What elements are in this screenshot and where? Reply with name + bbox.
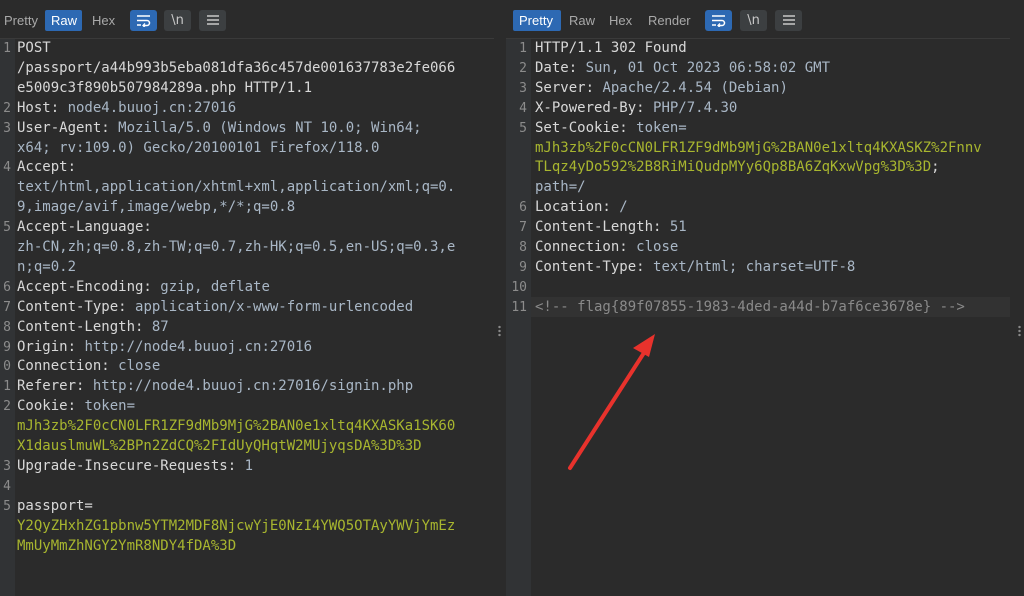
- line-number: 4: [3, 160, 11, 176]
- code-line: x64; rv:109.0) Gecko/20100101 Firefox/11…: [17, 139, 379, 159]
- line-number: 3: [3, 458, 11, 474]
- menu-icon: [206, 15, 219, 25]
- code-line: Host: node4.buuoj.cn:27016: [17, 99, 236, 119]
- line-number: 5: [3, 498, 11, 514]
- line-number: 3: [3, 120, 11, 136]
- code-line: zh-CN,zh;q=0.8,zh-TW;q=0.7,zh-HK;q=0.5,e…: [17, 238, 455, 258]
- header-value: MmUyMmZhNGY2YmR8NDY4fDA%3D: [17, 537, 237, 554]
- header-name: /passport/a44b993b5eba081dfa36c457de0016…: [17, 59, 456, 76]
- code-line: Upgrade-Insecure-Requests: 1: [17, 457, 253, 477]
- code-line: X1dauslmuWL%2BPn2ZdCQ%2FIdUyQHqtW2MUjyqs…: [17, 437, 422, 457]
- code-line: 9,image/avif,image/webp,*/*;q=0.8: [17, 198, 295, 218]
- header-value: token=: [84, 398, 136, 415]
- header-value: text/html,application/xhtml+xml,applicat…: [17, 179, 456, 196]
- code-line: Accept-Language:: [17, 218, 152, 238]
- header-name: Connection:: [17, 358, 119, 375]
- header-value: node4.buuoj.cn:27016: [67, 99, 237, 116]
- newline-icon: \n: [171, 13, 184, 28]
- wrap-icon: [136, 15, 150, 27]
- header-value: http://node4.buuoj.cn:27016/signin.php: [92, 378, 414, 395]
- header-value: 87: [151, 318, 169, 335]
- header-name: passport=: [17, 497, 93, 514]
- tab-pretty[interactable]: Pretty: [0, 10, 42, 31]
- header-value: X1dauslmuWL%2BPn2ZdCQ%2FIdUyQHqtW2MUjyqs…: [17, 438, 422, 454]
- header-name: User-Agent:: [17, 119, 119, 136]
- red-arrow-annotation: [568, 334, 655, 470]
- header-value: gzip, deflate: [160, 278, 270, 295]
- header-value: x64; rv:109.0) Gecko/20100101 Firefox/11…: [17, 139, 380, 156]
- request-pane: Pretty Raw Hex \n 1 POST/passport/a44b993…: [0, 0, 494, 596]
- options-menu-button[interactable]: [199, 10, 226, 31]
- code-line: e5009c3f890b507984289a.php HTTP/1.1: [17, 79, 312, 99]
- header-name: Origin:: [17, 338, 85, 355]
- header-name: Host:: [17, 99, 68, 116]
- header-value: close: [118, 358, 161, 375]
- code-line: Content-Type: application/x-www-form-url…: [17, 298, 413, 318]
- scrollbar-grip[interactable]: [1010, 0, 1024, 596]
- code-line: Content-Length: 87: [17, 318, 169, 338]
- code-line: n;q=0.2: [17, 258, 76, 278]
- request-toolbar: Pretty Raw Hex \n: [0, 0, 494, 39]
- pane-splitter[interactable]: [494, 0, 506, 596]
- header-value: Y2QyZHxhZG1pbnw5YTM2MDF8NjcwYjE0NzI4YWQ5…: [17, 517, 456, 534]
- drag-handle-icon: [1018, 325, 1021, 337]
- code-line: Cookie: token=: [17, 397, 135, 417]
- code-line: Origin: http://node4.buuoj.cn:27016: [17, 338, 312, 358]
- code-line: Accept-Encoding: gzip, deflate: [17, 278, 270, 298]
- header-value: Mozilla/5.0 (Windows NT 10.0; Win64;: [118, 119, 422, 136]
- code-line: /passport/a44b993b5eba081dfa36c457de0016…: [17, 59, 455, 79]
- code-line: POST: [17, 39, 51, 59]
- header-value: n;q=0.2: [17, 258, 77, 275]
- line-number: 2: [3, 399, 11, 415]
- code-line: MmUyMmZhNGY2YmR8NDY4fDA%3D: [17, 537, 236, 557]
- code-line: User-Agent: Mozilla/5.0 (Windows NT 10.0…: [17, 119, 422, 139]
- header-name: Referer:: [17, 378, 93, 395]
- header-value: zh-CN,zh;q=0.8,zh-TW;q=0.7,zh-HK;q=0.5,e…: [17, 239, 456, 255]
- response-pane: Pretty Raw Hex Render \n 1 HTTP/1.1 302 F…: [506, 0, 1010, 596]
- drag-handle-icon: [498, 325, 501, 337]
- request-editor[interactable]: 1 POST/passport/a44b993b5eba081dfa36c457d…: [0, 39, 494, 596]
- code-line: text/html,application/xhtml+xml,applicat…: [17, 178, 455, 198]
- line-number: 2: [3, 100, 11, 116]
- line-number: 7: [3, 299, 11, 315]
- newline-toggle-button[interactable]: \n: [164, 10, 191, 31]
- tab-raw[interactable]: Raw: [45, 10, 82, 31]
- header-name: Accept-Encoding:: [17, 278, 161, 295]
- code-line: mJh3zb%2F0cCN0LFR1ZF9dMb9MjG%2BAN0e1xltq…: [17, 417, 455, 437]
- wrap-toggle-button[interactable]: [130, 10, 157, 31]
- header-value: 1: [244, 457, 254, 474]
- line-number: 5: [3, 220, 11, 236]
- header-name: Accept:: [17, 159, 77, 176]
- header-name: Cookie:: [17, 398, 85, 415]
- code-line: Referer: http://node4.buuoj.cn:27016/sig…: [17, 377, 413, 397]
- header-name: e5009c3f890b507984289a.php HTTP/1.1: [17, 79, 313, 96]
- line-number: 1: [3, 379, 11, 395]
- header-value: mJh3zb%2F0cCN0LFR1ZF9dMb9MjG%2BAN0e1xltq…: [17, 418, 456, 435]
- header-name: Accept-Language:: [17, 219, 152, 236]
- line-number: 6: [3, 279, 11, 295]
- header-value: 9,image/avif,image/webp,*/*;q=0.8: [17, 199, 296, 216]
- code-line: Connection: close: [17, 357, 160, 377]
- header-name: POST: [17, 40, 51, 56]
- header-name: Upgrade-Insecure-Requests:: [17, 457, 245, 474]
- line-number: 8: [3, 319, 11, 335]
- line-number: 9: [3, 339, 11, 355]
- line-number: 0: [3, 359, 11, 375]
- header-value: http://node4.buuoj.cn:27016: [84, 338, 313, 355]
- code-line: passport=: [17, 497, 93, 517]
- line-number: 1: [3, 41, 11, 56]
- code-line: Y2QyZHxhZG1pbnw5YTM2MDF8NjcwYjE0NzI4YWQ5…: [17, 517, 455, 537]
- header-value: application/x-www-form-urlencoded: [135, 298, 414, 315]
- code-line: Accept:: [17, 158, 76, 178]
- line-number: 4: [3, 478, 11, 494]
- header-name: Content-Type:: [17, 298, 136, 315]
- tab-hex[interactable]: Hex: [86, 10, 122, 31]
- header-name: Content-Length:: [17, 318, 152, 335]
